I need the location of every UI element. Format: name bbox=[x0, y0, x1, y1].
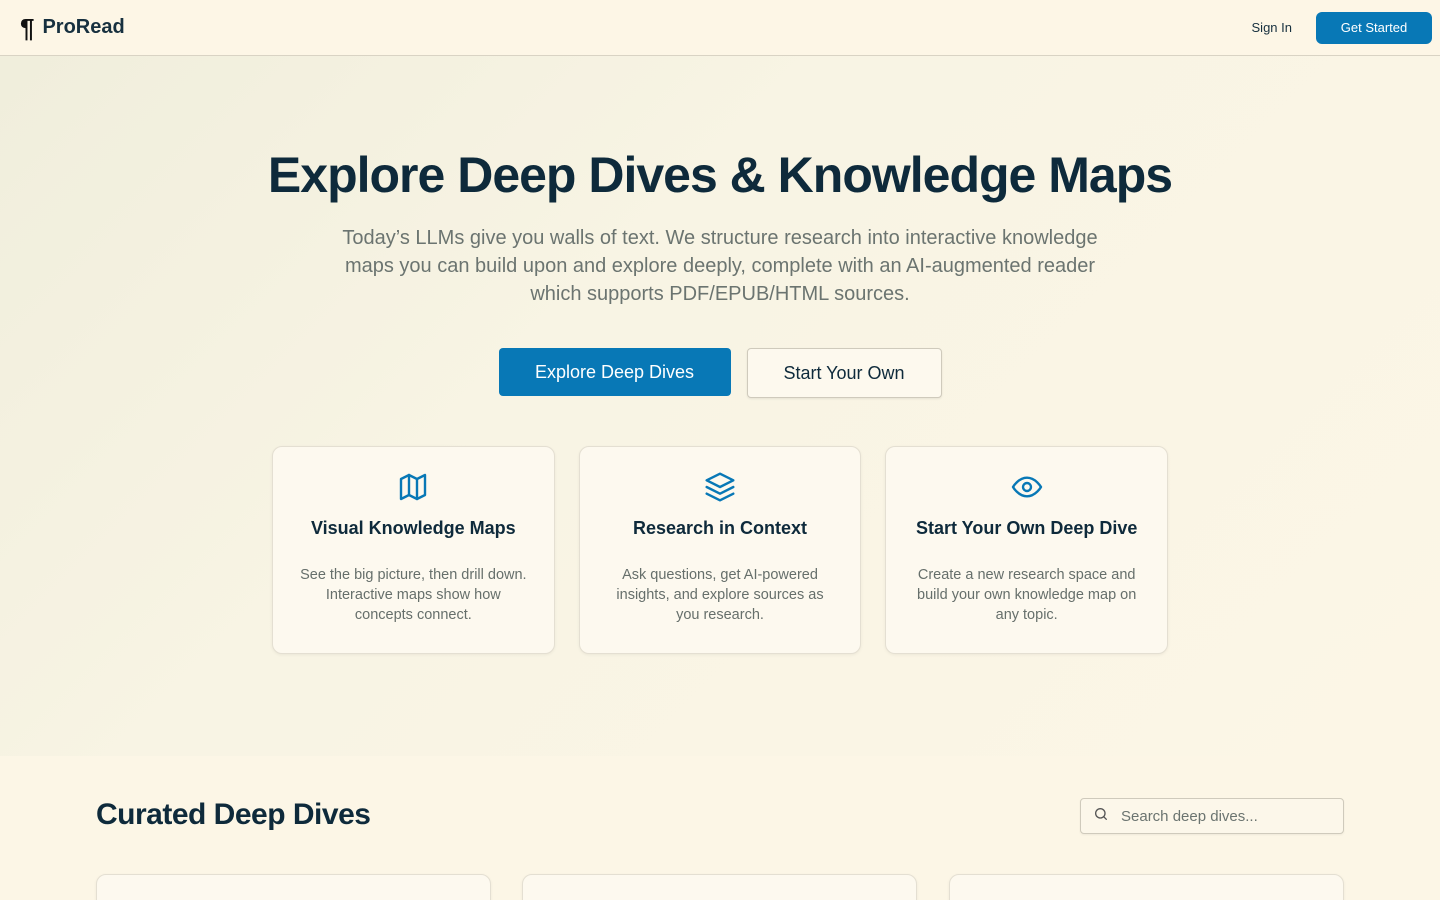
sign-in-button[interactable]: Sign In bbox=[1252, 20, 1292, 35]
search-input[interactable] bbox=[1121, 807, 1341, 825]
deep-dive-card[interactable] bbox=[96, 874, 491, 900]
deep-dive-card[interactable] bbox=[949, 874, 1344, 900]
explore-deep-dives-button[interactable]: Explore Deep Dives bbox=[498, 348, 731, 396]
get-started-button[interactable]: Get Started bbox=[1316, 11, 1432, 44]
top-navigation-bar: ¶ ProRead Sign In Get Started bbox=[0, 0, 1440, 56]
hero-subtitle: Today’s LLMs give you walls of text. We … bbox=[342, 227, 1098, 305]
feature-description: Create a new research space and build yo… bbox=[917, 567, 1137, 623]
search-box[interactable] bbox=[1080, 798, 1344, 834]
feature-title: Start Your Own Deep Dive bbox=[915, 518, 1138, 538]
eye-icon bbox=[1011, 476, 1043, 507]
start-your-own-button[interactable]: Start Your Own bbox=[746, 348, 942, 398]
curated-section-title: Curated Deep Dives bbox=[96, 798, 371, 831]
hero-cta-row: Explore Deep Dives Start Your Own bbox=[0, 348, 1440, 398]
nav-actions: Sign In Get Started bbox=[1252, 11, 1432, 44]
feature-description: Ask questions, get AI-powered insights, … bbox=[616, 567, 824, 623]
brand-name: ProRead bbox=[42, 16, 125, 38]
feature-card-research-context: Research in Context Ask questions, get A… bbox=[578, 446, 862, 654]
layers-icon bbox=[704, 472, 736, 507]
feature-description: See the big picture, then drill down. In… bbox=[300, 567, 527, 623]
hero-title: Explore Deep Dives & Knowledge Maps bbox=[267, 147, 1173, 203]
pilcrow-logo-icon: ¶ bbox=[20, 12, 35, 43]
feature-title: Visual Knowledge Maps bbox=[310, 518, 516, 538]
brand[interactable]: ¶ ProRead bbox=[20, 15, 125, 41]
deep-dive-card[interactable] bbox=[522, 874, 917, 900]
feature-card-start-own: Start Your Own Deep Dive Create a new re… bbox=[885, 446, 1169, 654]
feature-cards: Visual Knowledge Maps See the big pictur… bbox=[272, 446, 1169, 654]
feature-card-visual-maps: Visual Knowledge Maps See the big pictur… bbox=[272, 446, 555, 654]
map-icon bbox=[397, 473, 429, 507]
feature-title: Research in Context bbox=[632, 518, 808, 538]
search-icon bbox=[1093, 806, 1109, 827]
